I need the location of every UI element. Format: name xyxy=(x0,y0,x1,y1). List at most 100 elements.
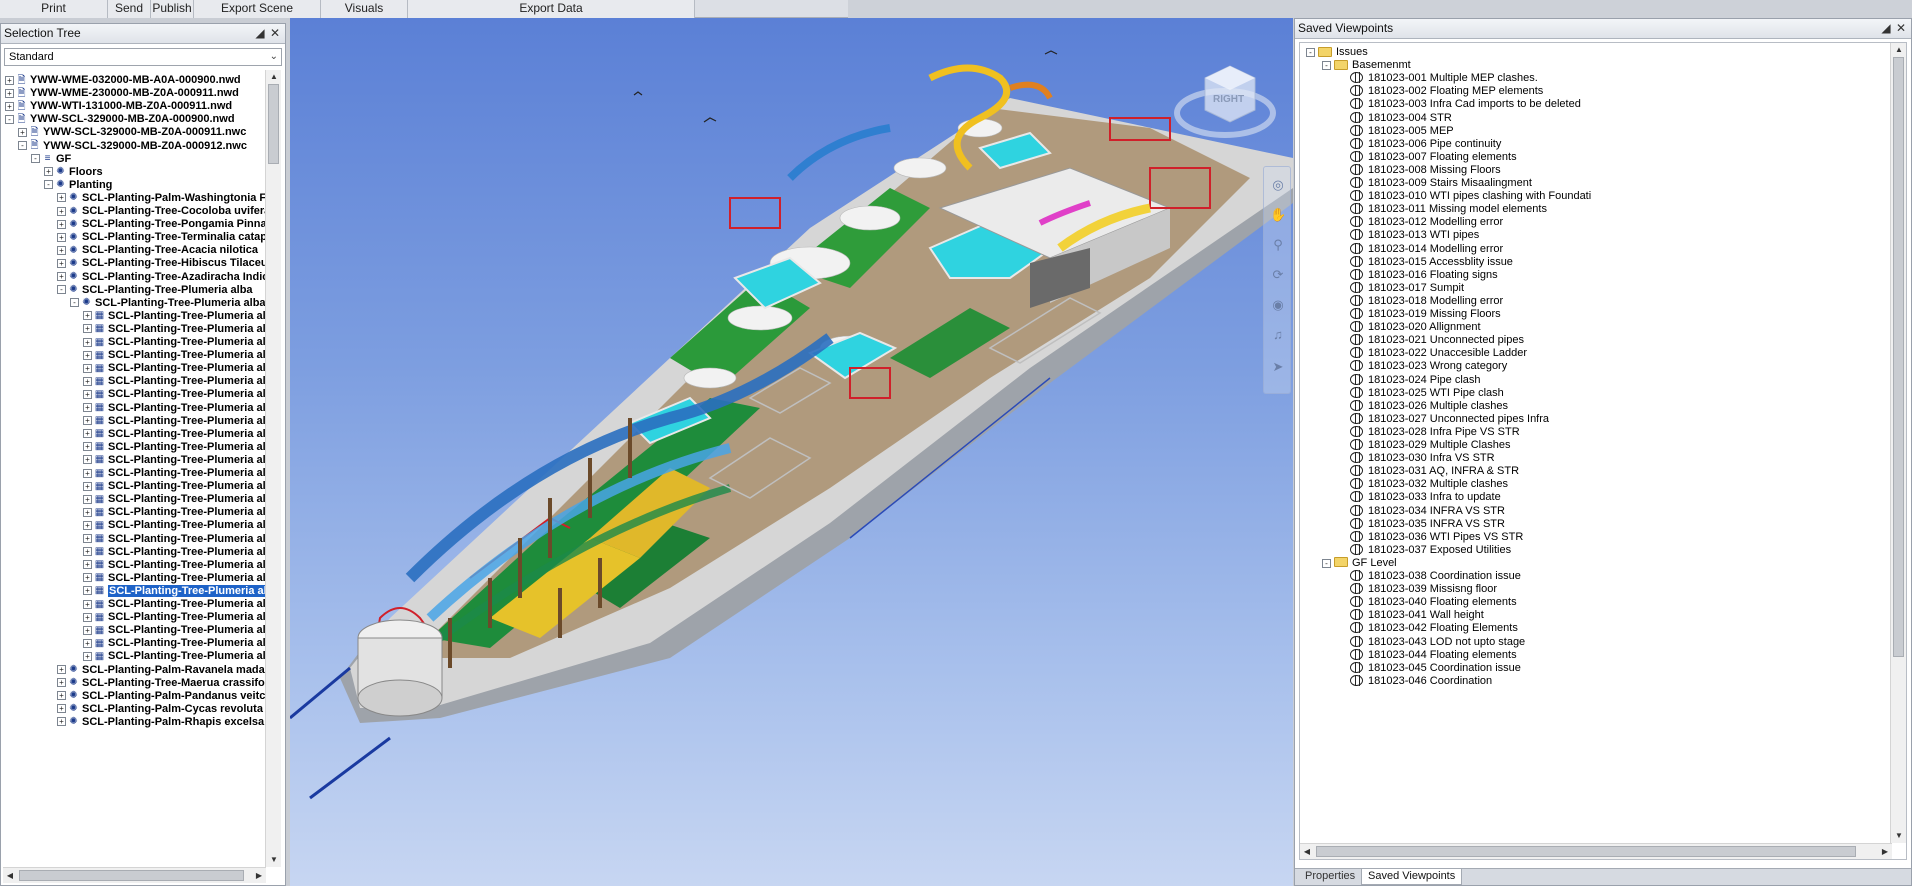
pin-icon[interactable]: ◢ xyxy=(1879,19,1893,38)
viewpoint-item[interactable]: 181023-009 Stairs Misaalingment xyxy=(1350,177,1532,190)
3d-viewport[interactable] xyxy=(290,18,1293,886)
viewpoint-item[interactable]: 181023-020 Allignment xyxy=(1350,321,1481,334)
viewpoint-item[interactable]: 181023-037 Exposed Utilities xyxy=(1350,543,1511,557)
expand-icon[interactable]: + xyxy=(83,468,92,478)
collapse-icon[interactable]: - xyxy=(1322,61,1331,71)
viewpoint-item[interactable]: 181023-015 Accessblity issue xyxy=(1350,255,1513,269)
viewpoint-item[interactable]: 181023-017 Sumpit xyxy=(1350,281,1464,295)
scroll-down-arrow-icon[interactable]: ▼ xyxy=(266,853,282,867)
expand-icon[interactable]: + xyxy=(83,337,92,347)
scroll-left-arrow-icon[interactable]: ◀ xyxy=(3,868,17,884)
expand-icon[interactable]: + xyxy=(83,324,92,334)
expand-icon[interactable]: + xyxy=(83,350,92,360)
ribbon-send[interactable]: Send xyxy=(108,0,151,18)
ribbon-export-data[interactable]: Export Data xyxy=(408,0,695,18)
expand-icon[interactable]: + xyxy=(83,612,92,622)
expand-icon[interactable]: + xyxy=(57,206,66,216)
zoom-icon[interactable]: ⚲ xyxy=(1270,237,1286,253)
expand-icon[interactable]: + xyxy=(83,494,92,504)
viewpoint-item[interactable]: 181023-030 Infra VS STR xyxy=(1350,452,1495,465)
viewpoint-item[interactable]: 181023-012 Modelling error xyxy=(1350,216,1503,229)
viewpoint-item[interactable]: 181023-010 WTI pipes clashing with Found… xyxy=(1350,190,1591,203)
collapse-icon[interactable]: - xyxy=(1306,48,1315,57)
viewpoint-item[interactable]: 181023-035 INFRA VS STR xyxy=(1350,517,1505,531)
viewpoint-item[interactable]: 181023-043 LOD not upto stage xyxy=(1350,635,1525,649)
scroll-thumb-horizontal[interactable] xyxy=(19,870,244,881)
expand-icon[interactable]: + xyxy=(57,678,66,688)
ribbon-publish[interactable]: Publish xyxy=(151,0,194,18)
viewpoint-item[interactable]: 181023-044 Floating elements xyxy=(1350,648,1517,662)
collapse-icon[interactable]: - xyxy=(44,180,53,190)
ribbon-export-scene[interactable]: Export Scene xyxy=(194,0,321,18)
expand-icon[interactable]: + xyxy=(83,547,92,557)
viewpoint-item[interactable]: 181023-041 Wall height xyxy=(1350,609,1484,622)
collapse-icon[interactable]: - xyxy=(18,141,27,151)
viewpoint-item[interactable]: 181023-034 INFRA VS STR xyxy=(1350,504,1505,518)
viewpoint-item[interactable]: 181023-036 WTI Pipes VS STR xyxy=(1350,530,1523,544)
tree-node[interactable]: + ✺ SCL-Planting-Palm-Rhapis excelsa xyxy=(57,714,264,730)
viewpoint-item[interactable]: 181023-023 Wrong category xyxy=(1350,360,1507,373)
viewpoint-item[interactable]: 181023-026 Multiple clashes xyxy=(1350,399,1508,413)
scroll-thumb[interactable] xyxy=(1893,57,1904,657)
viewpoint-item[interactable]: 181023-006 Pipe continuity xyxy=(1350,137,1501,151)
expand-icon[interactable]: + xyxy=(5,88,14,98)
viewpoint-item[interactable]: 181023-018 Modelling error xyxy=(1350,294,1503,308)
viewpoint-item[interactable]: 181023-002 Floating MEP elements xyxy=(1350,85,1543,98)
viewpoint-item[interactable]: 181023-014 Modelling error xyxy=(1350,242,1503,256)
viewpoint-item[interactable]: 181023-029 Multiple Clashes xyxy=(1350,439,1510,452)
hand-pan-icon[interactable]: ✋ xyxy=(1270,207,1286,223)
steering-wheel-icon[interactable]: ◎ xyxy=(1270,177,1286,193)
viewpoints-tree[interactable]: - Issues - Basemenmt 181023-001 Multiple MEP… xyxy=(1299,42,1907,860)
close-icon[interactable]: ✕ xyxy=(268,24,282,43)
viewpoint-item[interactable]: 181023-038 Coordination issue xyxy=(1350,570,1521,583)
viewpoints-horizontal-scrollbar[interactable]: ◀ ▶ xyxy=(1300,843,1892,859)
viewpoint-item[interactable]: 181023-046 Coordination xyxy=(1350,674,1492,688)
viewpoint-item[interactable]: 181023-040 Floating elements xyxy=(1350,596,1517,609)
pin-icon[interactable]: ◢ xyxy=(253,24,267,43)
tree-view[interactable]: + 🗎 YWW-WME-032000-MB-A0A-000900.nwd + 🗎 YWW-… xyxy=(3,70,266,867)
viewpoint-item[interactable]: 181023-016 Floating signs xyxy=(1350,268,1498,282)
viewpoint-folder[interactable]: - Basemenmt xyxy=(1322,59,1411,72)
viewpoint-item[interactable]: 181023-022 Unaccesible Ladder xyxy=(1350,347,1527,360)
expand-icon[interactable]: + xyxy=(57,232,66,242)
ribbon-print[interactable]: Print xyxy=(0,0,108,18)
viewpoint-item[interactable]: 181023-019 Missing Floors xyxy=(1350,308,1501,321)
viewpoint-item[interactable]: 181023-001 Multiple MEP clashes. xyxy=(1350,72,1538,85)
scroll-right-arrow-icon[interactable]: ▶ xyxy=(1878,844,1892,859)
tree-mode-dropdown[interactable]: Standard ⌄ xyxy=(4,48,282,66)
viewpoint-item[interactable]: 181023-028 Infra Pipe VS STR xyxy=(1350,425,1520,439)
viewpoint-item[interactable]: 181023-021 Unconnected pipes xyxy=(1350,334,1524,347)
viewcube[interactable]: RIGHT xyxy=(1170,58,1280,158)
expand-icon[interactable]: + xyxy=(83,599,92,609)
scroll-left-arrow-icon[interactable]: ◀ xyxy=(1300,844,1314,859)
expand-icon[interactable]: + xyxy=(83,363,92,373)
expand-icon[interactable]: + xyxy=(83,481,92,491)
collapse-icon[interactable]: - xyxy=(31,154,40,164)
look-icon[interactable]: ◉ xyxy=(1270,297,1286,313)
expand-icon[interactable]: + xyxy=(83,638,92,648)
viewpoint-item[interactable]: 181023-008 Missing Floors xyxy=(1350,163,1501,177)
expand-icon[interactable]: + xyxy=(83,507,92,517)
expand-icon[interactable]: + xyxy=(18,127,27,137)
expand-icon[interactable]: + xyxy=(57,219,66,229)
scroll-right-arrow-icon[interactable]: ▶ xyxy=(252,868,266,884)
close-icon[interactable]: ✕ xyxy=(1894,19,1908,38)
expand-icon[interactable]: + xyxy=(83,534,92,544)
viewpoint-item[interactable]: 181023-011 Missing model elements xyxy=(1350,203,1547,216)
expand-icon[interactable]: + xyxy=(57,258,66,268)
tab-properties[interactable]: Properties xyxy=(1299,869,1361,885)
viewpoint-item[interactable]: 181023-031 AQ, INFRA & STR xyxy=(1350,465,1519,478)
scroll-up-arrow-icon[interactable]: ▲ xyxy=(1891,43,1906,57)
viewpoint-item[interactable]: 181023-032 Multiple clashes xyxy=(1350,478,1508,491)
viewpoint-item[interactable]: 181023-039 Missisng floor xyxy=(1350,583,1497,596)
expand-icon[interactable]: + xyxy=(83,389,92,399)
collapse-icon[interactable]: - xyxy=(1322,558,1331,568)
viewpoint-item[interactable]: 181023-013 WTI pipes xyxy=(1350,229,1479,242)
expand-icon[interactable]: + xyxy=(83,651,92,661)
expand-icon[interactable]: + xyxy=(83,442,92,452)
expand-icon[interactable]: + xyxy=(83,520,92,530)
expand-icon[interactable]: + xyxy=(83,416,92,426)
collapse-icon[interactable]: - xyxy=(70,298,79,308)
collapse-icon[interactable]: - xyxy=(57,285,66,295)
walk-icon[interactable]: ♫ xyxy=(1270,327,1286,343)
